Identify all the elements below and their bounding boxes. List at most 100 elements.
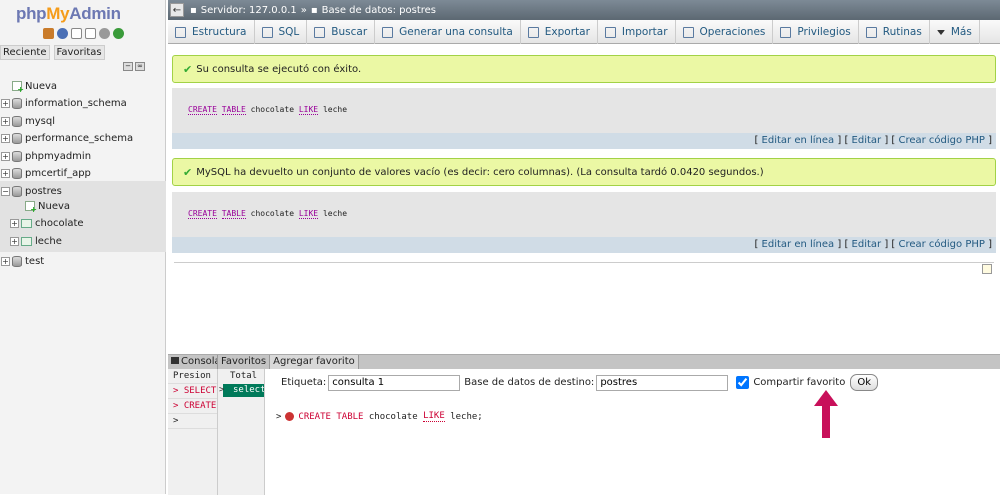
create-php-code-link[interactable]: Crear código PHP (898, 239, 984, 250)
navigation-panel: phpMyAdmin Reciente Favoritas − ∞ Nueva +… (0, 0, 166, 494)
document-icon[interactable] (982, 264, 992, 274)
label-input[interactable] (328, 374, 461, 391)
success-message: ✔ Su consulta se ejecutó con éxito. (172, 55, 996, 83)
sql-identifier: leche; (450, 411, 483, 422)
query-prompt: > (276, 411, 282, 422)
docs-icon[interactable] (71, 28, 82, 39)
tab-estructura[interactable]: Estructura (168, 20, 255, 44)
home-icon[interactable] (43, 28, 54, 39)
tree-item-new[interactable]: Nueva (14, 198, 70, 214)
expand-icon[interactable]: + (1, 133, 10, 143)
database-icon (12, 185, 22, 197)
search-icon (314, 26, 326, 38)
edit-inline-link[interactable]: Editar en línea (762, 239, 835, 250)
tree-item-database[interactable]: + phpmyadmin (1, 148, 91, 164)
tree-item-database[interactable]: + mysql (1, 113, 55, 129)
console-prompt[interactable]: > (168, 414, 217, 429)
tree-item-table[interactable]: + chocolate (10, 215, 84, 231)
tree-item-database[interactable]: + information_schema (1, 95, 127, 111)
tree-item-label: Nueva (38, 200, 71, 212)
expand-icon[interactable]: + (10, 218, 19, 228)
favorite-item[interactable]: select (219, 384, 264, 397)
add-favorite-tab[interactable]: Agregar favorito (270, 355, 359, 369)
tab-exportar[interactable]: Exportar (521, 20, 598, 44)
tree-item-label: information_schema (25, 97, 127, 109)
tab-privilegios[interactable]: Privilegios (773, 20, 859, 44)
sql-icon (261, 26, 273, 38)
new-icon (12, 81, 24, 94)
gear-icon[interactable] (99, 28, 110, 39)
create-php-code-link[interactable]: Crear código PHP (898, 135, 984, 146)
tab-generar-una-consulta[interactable]: Generar una consulta (375, 20, 521, 44)
expand-icon[interactable]: + (1, 98, 10, 108)
edit-inline-link[interactable]: Editar en línea (762, 135, 835, 146)
share-favorite-checkbox[interactable] (736, 376, 750, 389)
tree-item-database[interactable]: + performance_schema (1, 130, 133, 146)
expand-icon[interactable]: + (10, 236, 19, 246)
database-icon (12, 255, 22, 267)
link-icon[interactable]: ∞ (135, 62, 145, 71)
tree-item-database[interactable]: + pmcertif_app (1, 165, 91, 181)
main-tabs: Estructura SQL Buscar Generar una consulta E… (168, 20, 1000, 44)
tab-sql[interactable]: SQL (255, 20, 308, 44)
target-db-input[interactable] (596, 374, 729, 391)
check-icon: ✔ (183, 62, 193, 76)
sql-identifier: chocolate (368, 411, 418, 422)
console-panel: Consola Favoritos Agregar favorito Presi… (168, 354, 1000, 495)
sql-identifier: chocolate (250, 209, 295, 218)
collapse-icon[interactable]: − (1, 186, 10, 196)
tab-m-s[interactable]: Más (930, 20, 980, 44)
favorites-tab[interactable]: Favoritos (218, 355, 271, 369)
breadcrumb: ← ▪ Servidor: 127.0.0.1 » ▪ Base de dato… (168, 0, 1000, 20)
wrench-icon (682, 26, 694, 38)
structure-icon (175, 26, 186, 38)
edit-link[interactable]: Editar (852, 239, 882, 250)
logout-icon[interactable] (57, 28, 68, 39)
tab-buscar[interactable]: Buscar (307, 20, 376, 44)
collapse-all-button[interactable]: − (123, 62, 133, 71)
console-tab[interactable]: Consola (168, 355, 218, 369)
sql-docs-icon[interactable] (85, 28, 96, 39)
target-db-label: Base de datos de destino: (464, 377, 595, 388)
delete-icon[interactable] (285, 412, 295, 421)
tree-item-new[interactable]: Nueva (1, 78, 57, 94)
sql-identifier: leche (322, 105, 348, 114)
database-icon (12, 115, 22, 127)
tab-rutinas[interactable]: Rutinas (859, 20, 930, 44)
ok-button[interactable]: Ok (850, 374, 879, 391)
tree-item-label: leche (35, 235, 62, 247)
breadcrumb-database[interactable]: Base de datos: postres (322, 5, 436, 16)
back-arrow-icon[interactable]: ← (170, 3, 184, 17)
favorites-header: Total (230, 371, 258, 381)
database-icon (12, 167, 22, 179)
reload-icon[interactable] (113, 28, 124, 39)
expand-icon[interactable]: + (1, 168, 10, 178)
tab-operaciones[interactable]: Operaciones (676, 20, 774, 44)
tab-favoritas[interactable]: Favoritas (53, 45, 105, 60)
sql-keyword: LIKE (298, 209, 319, 219)
tree-item-table[interactable]: + leche (10, 233, 62, 249)
database-icon (12, 150, 22, 162)
tree-controls: − ∞ (123, 62, 145, 71)
history-item[interactable]: > CREATE (168, 399, 217, 414)
phpmyadmin-logo[interactable]: phpMyAdmin (16, 4, 121, 24)
add-favorite-form: Etiqueta: Base de datos de destino: Comp… (266, 369, 1000, 495)
tree-item-label: chocolate (35, 217, 84, 229)
expand-icon[interactable]: + (1, 151, 10, 161)
tree-item-database[interactable]: − postres (1, 183, 62, 199)
tab-label: Estructura (192, 26, 247, 38)
expand-icon[interactable]: + (1, 256, 10, 266)
sql-keyword: LIKE (298, 105, 319, 115)
tab-importar[interactable]: Importar (598, 20, 676, 44)
export-icon (527, 26, 539, 38)
expand-icon[interactable]: + (1, 116, 10, 126)
query-actions: [ Editar en línea ] [ Editar ] [ Crear c… (172, 133, 996, 149)
edit-link[interactable]: Editar (852, 135, 882, 146)
routines-icon (865, 26, 877, 38)
dropdown-icon (936, 29, 945, 35)
tree-item-database[interactable]: + test (1, 253, 44, 269)
history-item[interactable]: > SELECT (168, 384, 217, 399)
database-icon (12, 97, 22, 109)
tab-reciente[interactable]: Reciente (0, 45, 50, 60)
breadcrumb-server[interactable]: Servidor: 127.0.0.1 (201, 5, 297, 16)
